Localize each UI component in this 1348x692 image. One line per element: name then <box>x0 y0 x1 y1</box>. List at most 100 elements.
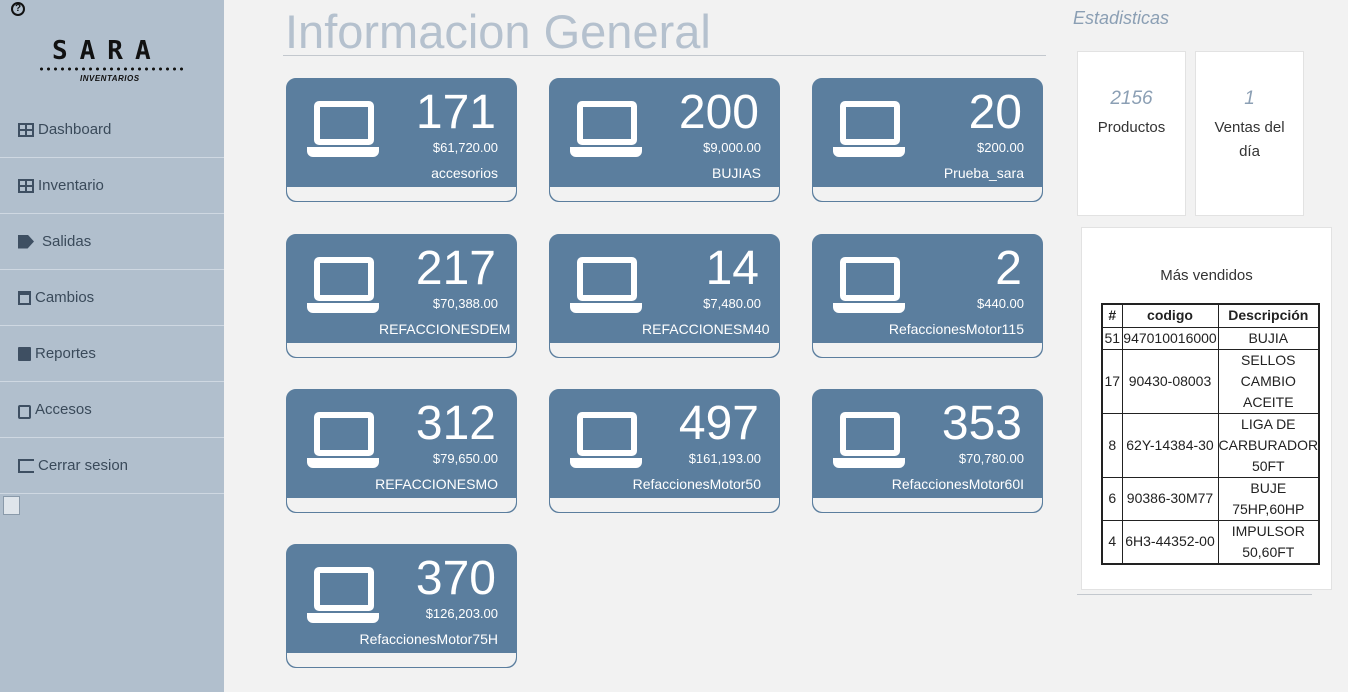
card-count: 353 <box>941 397 1022 450</box>
page-title: Informacion General <box>285 5 711 58</box>
cell-descripcion: BUJE 75HP,60HP <box>1217 476 1320 521</box>
card-footer <box>287 343 516 357</box>
broken-image-icon <box>3 496 20 515</box>
card-label: REFACCIONESM40 <box>642 321 770 337</box>
category-card[interactable]: 20 $200.00 Prueba_sara <box>812 78 1043 202</box>
column-header-number: # <box>1101 303 1123 328</box>
dashboard-icon <box>18 122 34 137</box>
table-row: 8 62Y-14384-30 LIGA DE CARBURADOR 50FT <box>1101 412 1320 478</box>
sidebar-item-label: Accesos <box>35 401 92 418</box>
cell-codigo: 90430-08003 <box>1121 348 1219 414</box>
category-card[interactable]: 171 $61,720.00 accesorios <box>286 78 517 202</box>
card-footer <box>287 498 516 512</box>
card-count: 217 <box>415 242 496 295</box>
logo-title: SARA <box>52 36 163 66</box>
card-count: 2 <box>995 242 1022 295</box>
stat-ventas-value: 1 <box>1244 88 1255 109</box>
category-card[interactable]: 497 $161,193.00 RefaccionesMotor50 <box>549 389 780 513</box>
card-count: 14 <box>705 242 759 295</box>
laptop-icon <box>570 257 642 313</box>
sidebar-item-label: Inventario <box>38 177 104 194</box>
card-count: 370 <box>415 552 496 605</box>
card-amount: $161,193.00 <box>688 451 761 466</box>
stat-productos: 2156 Productos <box>1077 51 1186 216</box>
card-amount: $126,203.00 <box>425 606 498 621</box>
sidebar-item-accesos[interactable]: Accesos <box>0 382 224 438</box>
card-footer <box>287 187 516 201</box>
cell-codigo: 947010016000 <box>1121 326 1219 350</box>
sidebar-item-cambios[interactable]: Cambios <box>0 270 224 326</box>
laptop-icon <box>570 101 642 157</box>
logo[interactable]: SARA INVENTARIOS <box>38 38 188 90</box>
laptop-icon <box>833 257 905 313</box>
card-amount: $70,780.00 <box>958 451 1024 466</box>
sidebar: ? SARA INVENTARIOS Dashboard Inventario … <box>0 0 224 692</box>
cell-descripcion: BUJIA <box>1217 326 1320 350</box>
card-amount: $61,720.00 <box>432 140 498 155</box>
category-card[interactable]: 312 $79,650.00 REFACCIONESMO <box>286 389 517 513</box>
card-footer <box>813 498 1042 512</box>
category-card[interactable]: 370 $126,203.00 RefaccionesMotor75H <box>286 544 517 668</box>
card-count: 200 <box>678 86 759 139</box>
desc-line: CARBURADOR <box>1218 436 1319 453</box>
cell-descripcion: IMPULSOR 50,60FT <box>1217 519 1320 564</box>
stat-ventas-label-line2: día <box>1239 143 1260 160</box>
card-amount: $79,650.00 <box>432 451 498 466</box>
sidebar-item-label: Cambios <box>35 289 95 306</box>
desc-line: 50,60FT <box>1242 543 1295 560</box>
title-divider <box>283 55 1046 56</box>
sidebar-item-reportes[interactable]: Reportes <box>0 326 224 382</box>
category-card[interactable]: 353 $70,780.00 RefaccionesMotor60I <box>812 389 1043 513</box>
desc-line: BUJE <box>1250 479 1287 496</box>
grid-icon <box>18 178 34 193</box>
cell-codigo: 90386-30M77 <box>1121 476 1219 521</box>
laptop-icon <box>307 567 379 623</box>
category-card[interactable]: 14 $7,480.00 REFACCIONESM40 <box>549 234 780 358</box>
card-amount: $9,000.00 <box>703 140 761 155</box>
card-footer <box>550 498 779 512</box>
cell-codigo: 62Y-14384-30 <box>1121 412 1219 478</box>
desc-line: BUJIA <box>1248 329 1289 346</box>
table-row: 6 90386-30M77 BUJE 75HP,60HP <box>1101 476 1320 521</box>
laptop-icon <box>307 101 379 157</box>
stat-ventas: 1 Ventas del día <box>1195 51 1304 216</box>
table-row: 4 6H3-44352-00 IMPULSOR 50,60FT <box>1101 519 1320 564</box>
sidebar-item-label: Reportes <box>35 345 96 362</box>
card-label: BUJIAS <box>711 165 761 181</box>
card-label: RefaccionesMotor75H <box>359 631 498 647</box>
cell-number: 8 <box>1101 412 1123 478</box>
cell-descripcion: LIGA DE CARBURADOR 50FT <box>1217 412 1320 478</box>
lock-icon <box>18 404 31 419</box>
cell-number: 4 <box>1101 519 1123 564</box>
column-header-descripcion: Descripción <box>1217 303 1320 328</box>
sidebar-item-cerrar-sesion[interactable]: Cerrar sesion <box>0 438 224 494</box>
help-icon[interactable]: ? <box>11 2 25 16</box>
sidebar-nav: Dashboard Inventario Salidas Cambios Rep… <box>0 102 224 494</box>
logo-subtitle: INVENTARIOS <box>80 74 140 83</box>
cell-number: 6 <box>1101 476 1123 521</box>
desc-line: 75HP,60HP <box>1232 500 1305 517</box>
card-label: RefaccionesMotor50 <box>632 476 761 492</box>
card-footer <box>550 343 779 357</box>
best-sellers-title: Más vendidos <box>1160 267 1253 284</box>
stat-ventas-label-line1: Ventas del <box>1214 119 1285 136</box>
sign-out-icon <box>18 458 34 473</box>
desc-line: CAMBIO <box>1240 372 1296 389</box>
best-sellers-table: # codigo Descripción 51 947010016000 BUJIA… <box>1101 303 1321 565</box>
column-header-codigo: codigo <box>1121 303 1219 328</box>
sidebar-item-dashboard[interactable]: Dashboard <box>0 102 224 158</box>
card-footer <box>813 343 1042 357</box>
book-icon <box>18 346 31 361</box>
laptop-icon <box>570 412 642 468</box>
card-label: REFACCIONESDEM <box>379 321 511 337</box>
best-sellers-panel: Más vendidos # codigo Descripción 51 9470… <box>1081 227 1332 590</box>
category-card[interactable]: 200 $9,000.00 BUJIAS <box>549 78 780 202</box>
category-card[interactable]: 217 $70,388.00 REFACCIONESDEM <box>286 234 517 358</box>
sidebar-item-inventario[interactable]: Inventario <box>0 158 224 214</box>
sidebar-item-salidas[interactable]: Salidas <box>0 214 224 270</box>
card-amount: $7,480.00 <box>703 296 761 311</box>
card-label: accesorios <box>431 165 498 181</box>
card-label: RefaccionesMotor115 <box>888 321 1024 337</box>
category-card[interactable]: 2 $440.00 RefaccionesMotor115 <box>812 234 1043 358</box>
cell-codigo: 6H3-44352-00 <box>1121 519 1219 564</box>
